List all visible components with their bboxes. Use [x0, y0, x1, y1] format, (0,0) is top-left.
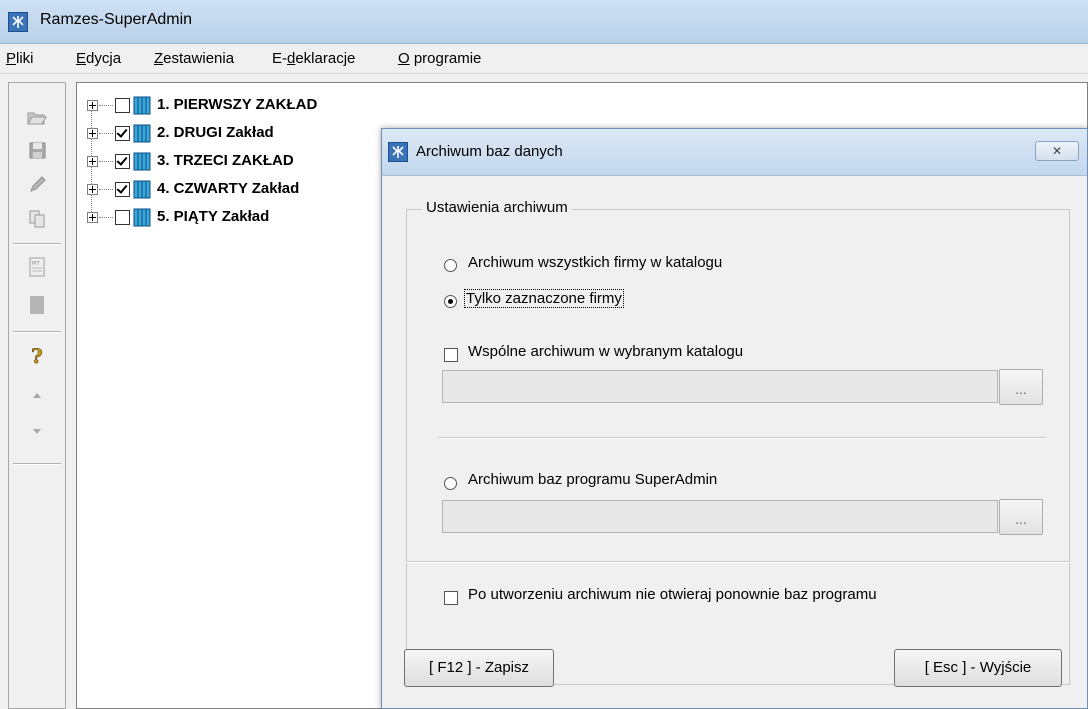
- tree-branch: [99, 217, 113, 218]
- database-icon: [133, 96, 151, 115]
- menu-o-programie[interactable]: O programie: [398, 50, 481, 67]
- svg-text:PIT: PIT: [32, 261, 40, 267]
- separator: [438, 437, 1046, 439]
- window-titlebar: Ramzes-SuperAdmin: [0, 0, 1088, 44]
- separator: [406, 561, 1070, 563]
- radio-all-label[interactable]: Archiwum wszystkich firmy w katalogu: [468, 254, 722, 271]
- dialog-title: Archiwum baz danych: [416, 143, 563, 160]
- side-toolbar: PIT ?: [8, 82, 66, 709]
- archive-settings-group: [406, 209, 1070, 685]
- help-icon[interactable]: ?: [23, 343, 51, 369]
- shared-archive-label[interactable]: Wspólne archiwum w wybranym katalogu: [468, 343, 743, 360]
- tree-item-checkbox[interactable]: [115, 182, 130, 197]
- radio-selected-companies[interactable]: [444, 295, 457, 308]
- no-reopen-checkbox[interactable]: [444, 591, 458, 605]
- down-arrow-icon[interactable]: [23, 419, 51, 443]
- menu-bar: Pliki Edycja Zestawienia E-deklaracje O …: [0, 44, 1088, 74]
- expand-icon[interactable]: [87, 100, 98, 111]
- app-icon: [8, 12, 28, 32]
- tree-branch: [99, 133, 113, 134]
- tree-branch: [99, 161, 113, 162]
- up-arrow-icon[interactable]: [23, 383, 51, 407]
- copy-icon[interactable]: [23, 207, 51, 231]
- tree-item-label: 1. PIERWSZY ZAKŁAD: [157, 96, 318, 113]
- database-icon: [133, 124, 151, 143]
- menu-e-deklaracje[interactable]: E-deklaracje: [272, 50, 355, 67]
- tree-item-label: 3. TRZECI ZAKŁAD: [157, 152, 294, 169]
- menu-pliki[interactable]: Pliki: [6, 50, 34, 67]
- save-icon[interactable]: [23, 139, 51, 163]
- shared-archive-browse-button[interactable]: ...: [999, 369, 1043, 405]
- pit-icon[interactable]: PIT: [23, 255, 51, 279]
- database-icon: [133, 152, 151, 171]
- shared-archive-path-field[interactable]: [442, 370, 998, 403]
- group-label: Ustawienia archiwum: [422, 199, 572, 216]
- database-icon: [133, 180, 151, 199]
- app-icon: [388, 142, 408, 162]
- toolbar-separator: [13, 243, 61, 245]
- tree-item-checkbox[interactable]: [115, 154, 130, 169]
- edit-icon[interactable]: [23, 173, 51, 197]
- superadmin-browse-button[interactable]: ...: [999, 499, 1043, 535]
- block-icon[interactable]: [23, 293, 51, 317]
- window-title: Ramzes-SuperAdmin: [40, 11, 193, 28]
- svg-text:?: ?: [31, 344, 43, 367]
- tree-item-label: 4. CZWARTY Zakład: [157, 180, 300, 197]
- tree-branch: [99, 105, 113, 106]
- menu-zestawienia[interactable]: Zestawienia: [154, 50, 234, 67]
- expand-icon[interactable]: [87, 128, 98, 139]
- tree-item-checkbox[interactable]: [115, 210, 130, 225]
- archive-dialog: Archiwum baz danych ✕ Ustawienia archiwu…: [381, 128, 1088, 709]
- close-icon[interactable]: ✕: [1035, 141, 1079, 161]
- dialog-titlebar[interactable]: Archiwum baz danych ✕: [382, 129, 1087, 176]
- menu-pliki-rest: liki: [16, 50, 34, 67]
- menu-edycja[interactable]: Edycja: [76, 50, 121, 67]
- radio-superadmin-label[interactable]: Archiwum baz programu SuperAdmin: [468, 471, 717, 488]
- tree-item-label: 5. PIĄTY Zakład: [157, 208, 270, 225]
- no-reopen-label[interactable]: Po utworzeniu archiwum nie otwieraj pono…: [468, 586, 877, 603]
- toolbar-separator: [13, 331, 61, 333]
- exit-button[interactable]: [ Esc ] - Wyjście: [894, 649, 1062, 687]
- radio-selected-label[interactable]: Tylko zaznaczone firmy: [464, 289, 624, 308]
- toolbar-separator: [13, 463, 61, 465]
- tree-item-label: 2. DRUGI Zakład: [157, 124, 274, 141]
- database-icon: [133, 208, 151, 227]
- tree-item-checkbox[interactable]: [115, 98, 130, 113]
- radio-all-companies[interactable]: [444, 259, 457, 272]
- expand-icon[interactable]: [87, 156, 98, 167]
- expand-icon[interactable]: [87, 184, 98, 195]
- superadmin-path-field[interactable]: [442, 500, 998, 533]
- tree-branch: [99, 189, 113, 190]
- shared-archive-checkbox[interactable]: [444, 348, 458, 362]
- tree-item-checkbox[interactable]: [115, 126, 130, 141]
- open-icon[interactable]: [23, 105, 51, 129]
- expand-icon[interactable]: [87, 212, 98, 223]
- save-button[interactable]: [ F12 ] - Zapisz: [404, 649, 554, 687]
- radio-superadmin[interactable]: [444, 477, 457, 490]
